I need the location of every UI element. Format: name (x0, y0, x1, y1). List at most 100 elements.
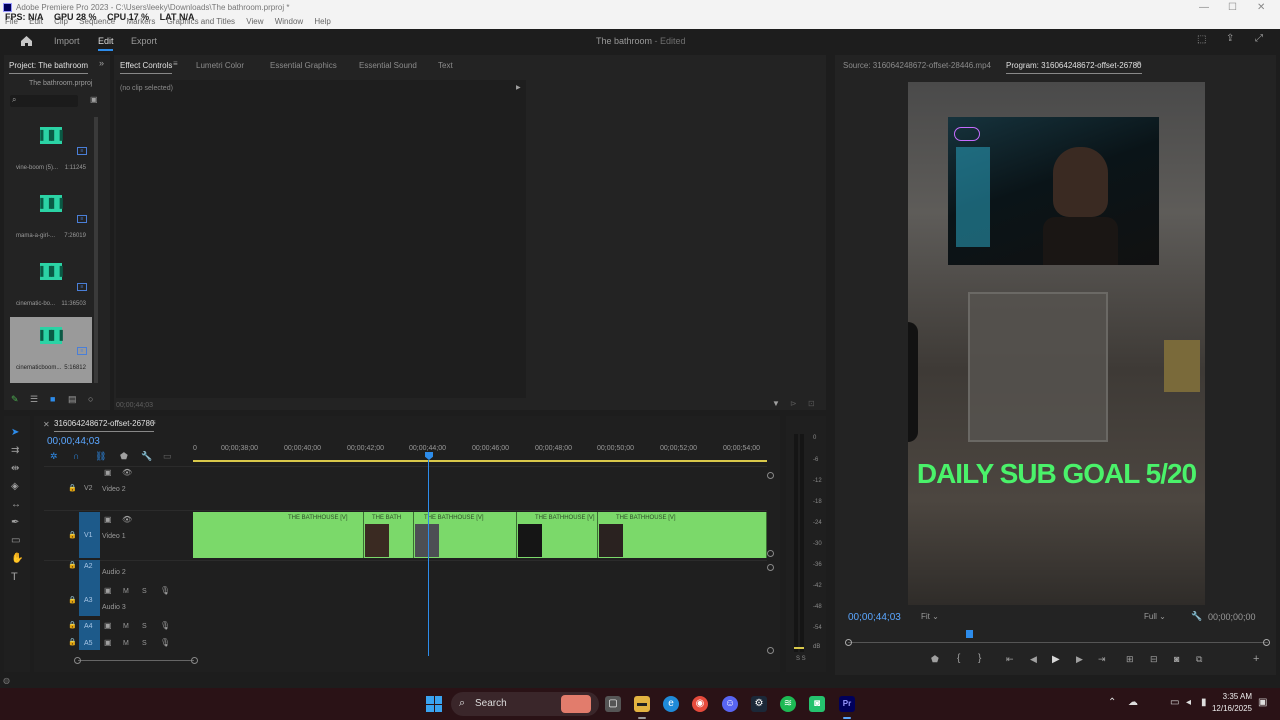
lock-icon[interactable]: 🔒 (68, 532, 77, 539)
extract-icon[interactable]: ⊟ (1150, 655, 1158, 664)
rectangle-tool-icon[interactable]: ▭ (11, 536, 20, 546)
mute-button[interactable]: M (123, 640, 129, 647)
microphone-icon[interactable]: 🎙 (160, 622, 170, 630)
horizontal-zoom-bar[interactable] (78, 660, 194, 661)
program-playhead[interactable] (966, 630, 973, 638)
mute-button[interactable]: M (123, 623, 129, 630)
solo-button[interactable]: S (142, 623, 147, 630)
source-monitor-tab[interactable]: Source: 316064248672-offset-28446.mp4 (843, 61, 991, 70)
add-marker-icon[interactable]: ⬟ (931, 655, 939, 664)
fit-dropdown[interactable]: Fit ⌄ (921, 612, 959, 621)
edit-tab[interactable]: Edit (98, 36, 114, 46)
linked-selection-icon[interactable]: ⛓ (95, 452, 106, 461)
captions-icon[interactable]: ▭ (163, 452, 172, 461)
video-clip[interactable]: THE BATHHOUSE [V] (414, 512, 517, 558)
lock-icon[interactable]: 🔒 (68, 622, 77, 629)
quick-export-icon[interactable]: ⬚ (1197, 35, 1206, 45)
essential-sound-tab[interactable]: Essential Sound (359, 61, 417, 70)
freeform-view-icon[interactable]: ▤ (68, 395, 77, 404)
import-tab[interactable]: Import (54, 36, 80, 46)
tray-overflow-icon[interactable]: ⌃ (1108, 697, 1116, 708)
video-clip[interactable]: THE BATHHOUSE [V] (193, 512, 364, 558)
home-icon[interactable] (20, 35, 33, 47)
video-clip[interactable]: THE BATHHOUSE [V] (517, 512, 598, 558)
track-target-a3[interactable]: A3 (84, 597, 93, 604)
type-tool-icon[interactable]: T (11, 572, 18, 583)
project-tab[interactable]: Project: The bathroom (9, 61, 89, 74)
slip-tool-icon[interactable]: ↔ (11, 500, 21, 510)
quality-dropdown[interactable]: Full ⌄ (1144, 612, 1182, 621)
export-frame-icon[interactable]: ⊳ (790, 400, 797, 408)
filter-icon[interactable]: ▼ (772, 400, 780, 408)
minimize-button[interactable]: — (1199, 2, 1209, 13)
toggle-sync-lock-icon[interactable]: ▣ (104, 469, 112, 477)
project-item-selected[interactable]: ▌▐▌▐ ≡ cinematicboom... 5:16812 (10, 317, 92, 383)
lock-icon[interactable]: 🔒 (68, 639, 77, 646)
status-info-icon[interactable]: ◍ (3, 677, 10, 685)
add-marker-icon[interactable]: ⬟ (120, 452, 128, 461)
program-scrub-bar[interactable] (848, 642, 1268, 643)
hand-tool-icon[interactable]: ✋ (11, 554, 23, 564)
video-clip[interactable]: THE BATHHOUSE [V] (598, 512, 767, 558)
onedrive-icon[interactable]: ☁ (1128, 697, 1138, 708)
writable-pencil-icon[interactable]: ✎ (11, 395, 19, 404)
timeline-settings-wrench-icon[interactable]: 🔧 (141, 452, 152, 461)
snap-icon[interactable]: ∩ (73, 452, 79, 461)
close-button[interactable]: ✕ (1257, 2, 1265, 13)
video-clip[interactable]: THE BATH (364, 512, 414, 558)
spotify-icon[interactable]: ≋ (780, 696, 796, 712)
step-forward-icon[interactable]: ▶ (1076, 655, 1083, 664)
start-icon[interactable] (426, 696, 442, 712)
clock-date[interactable]: 12/16/2025 (1209, 704, 1252, 713)
ripple-edit-tool-icon[interactable]: ⇹ (11, 464, 19, 474)
microphone-icon[interactable]: 🎙 (160, 639, 170, 647)
track-target-a4[interactable]: A4 (84, 623, 93, 630)
toggle-sync-lock-icon[interactable]: ▣ (104, 622, 112, 630)
battery-icon[interactable]: ▮ (1201, 697, 1207, 708)
menu-help[interactable]: Help (314, 17, 330, 26)
essential-graphics-tab[interactable]: Essential Graphics (270, 61, 337, 70)
lock-icon[interactable]: 🔒 (68, 562, 77, 569)
lock-icon[interactable]: 🔒 (68, 485, 77, 492)
vertical-scroll-handle[interactable] (767, 647, 774, 654)
work-area-bar[interactable] (193, 460, 767, 462)
eye-icon[interactable]: 👁 (122, 469, 132, 477)
toggle-sync-lock-icon[interactable]: ▣ (104, 587, 112, 595)
chrome-icon[interactable]: ◉ (692, 696, 708, 712)
zoom-start-handle[interactable] (74, 657, 81, 664)
panel-menu-icon[interactable]: ≡ (173, 60, 178, 68)
menu-view[interactable]: View (246, 17, 263, 26)
vertical-scroll-handle[interactable] (767, 472, 774, 479)
pen-tool-icon[interactable]: ✒ (11, 518, 19, 528)
scrub-start-handle[interactable] (845, 639, 852, 646)
nest-toggle-icon[interactable]: ✲ (50, 452, 58, 461)
track-target-a2[interactable]: A2 (84, 563, 93, 570)
scrub-end-handle[interactable] (1263, 639, 1270, 646)
keyframe-icon[interactable]: ⊡ (808, 400, 815, 408)
discord-icon[interactable]: ☺ (722, 696, 738, 712)
mute-button[interactable]: M (123, 588, 129, 595)
expand-arrow-icon[interactable]: ▶ (516, 85, 521, 91)
steam-icon[interactable]: ⚙ (751, 696, 767, 712)
volume-icon[interactable]: ◂ (1186, 697, 1191, 708)
solo-button[interactable]: S (142, 588, 147, 595)
track-select-tool-icon[interactable]: ⇉ (11, 446, 19, 456)
project-item[interactable]: ▌▐▌▐ ≡ mama-a-girl-... 7:26019 (10, 185, 92, 251)
vertical-scroll-handle[interactable] (767, 564, 774, 571)
clock-time[interactable]: 3:35 AM (1222, 692, 1252, 701)
maximize-button[interactable]: ☐ (1228, 2, 1237, 13)
close-tab-icon[interactable]: ✕ (43, 421, 50, 429)
mark-out-icon[interactable]: } (978, 654, 981, 664)
go-to-out-icon[interactable]: ⇥ (1098, 655, 1106, 664)
selection-tool-icon[interactable]: ➤ (11, 428, 19, 438)
zoom-slider-icon[interactable]: ○ (88, 395, 93, 404)
zoom-end-handle[interactable] (191, 657, 198, 664)
mark-in-icon[interactable]: { (957, 654, 960, 664)
lumetri-color-tab[interactable]: Lumetri Color (196, 61, 244, 70)
edge-icon[interactable]: e (663, 696, 679, 712)
toggle-sync-lock-icon[interactable]: ▣ (104, 639, 112, 647)
project-search-input[interactable] (10, 95, 78, 107)
go-to-in-icon[interactable]: ⇤ (1006, 655, 1014, 664)
export-tab[interactable]: Export (131, 36, 157, 46)
panel-menu-icon[interactable]: ≡ (151, 419, 156, 427)
